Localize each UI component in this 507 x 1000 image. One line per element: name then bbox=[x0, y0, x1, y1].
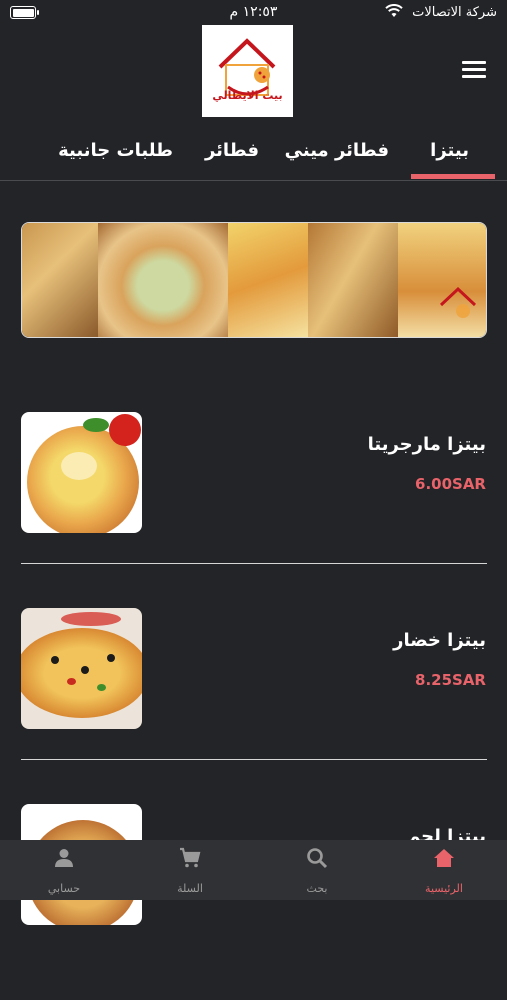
nav-cart[interactable]: السلة bbox=[155, 840, 225, 900]
carrier-name: شركة الاتصالات bbox=[412, 5, 497, 20]
hamburger-menu-button[interactable] bbox=[462, 61, 486, 81]
bottom-navigation: الرئيسية بحث السلة حسابي bbox=[0, 840, 507, 900]
product-item[interactable]: بيتزا خضار 8.25SAR bbox=[0, 608, 507, 804]
nav-search[interactable]: بحث bbox=[282, 840, 352, 900]
tab-pizza[interactable]: بيتزا bbox=[430, 140, 469, 161]
nav-label: بحث bbox=[306, 882, 328, 895]
product-price: 6.00SAR bbox=[415, 475, 486, 493]
product-item[interactable]: بيتزا لحم bbox=[0, 804, 507, 1000]
tab-pies[interactable]: فطائر bbox=[205, 140, 259, 161]
wifi-icon bbox=[385, 4, 403, 17]
cart-icon bbox=[180, 847, 201, 868]
nav-account[interactable]: حسابي bbox=[29, 840, 99, 900]
logo-wordmark: بيت الايطالي bbox=[212, 89, 283, 102]
product-name: بيتزا خضار bbox=[393, 630, 486, 651]
product-image bbox=[21, 608, 142, 729]
status-bar: ١٢:٥٣ م شركة الاتصالات bbox=[0, 0, 507, 26]
tab-side-orders[interactable]: طلبات جانبية bbox=[58, 140, 173, 161]
divider bbox=[21, 759, 487, 760]
product-name: بيتزا مارجريتا bbox=[367, 434, 486, 455]
watermark-logo-icon bbox=[439, 286, 477, 318]
search-icon bbox=[307, 848, 328, 869]
active-tab-indicator bbox=[411, 174, 495, 179]
nav-label: حسابي bbox=[47, 882, 81, 895]
product-item[interactable]: بيتزا مارجريتا 6.00SAR bbox=[0, 412, 507, 608]
category-tabs: بيتزا فطائر ميني فطائر طلبات جانبية bbox=[0, 130, 507, 181]
product-image bbox=[21, 412, 142, 533]
tab-mini-pies[interactable]: فطائر ميني bbox=[285, 140, 389, 161]
home-icon bbox=[434, 849, 454, 867]
brand-logo: بيت الايطالي bbox=[202, 25, 293, 117]
user-icon bbox=[55, 849, 73, 867]
nav-label: الرئيسية bbox=[425, 882, 463, 895]
nav-label: السلة bbox=[177, 882, 203, 895]
hamburger-icon bbox=[462, 61, 486, 64]
nav-home[interactable]: الرئيسية bbox=[409, 840, 479, 900]
divider bbox=[21, 563, 487, 564]
promo-banner[interactable] bbox=[21, 222, 487, 338]
product-price: 8.25SAR bbox=[415, 671, 486, 689]
